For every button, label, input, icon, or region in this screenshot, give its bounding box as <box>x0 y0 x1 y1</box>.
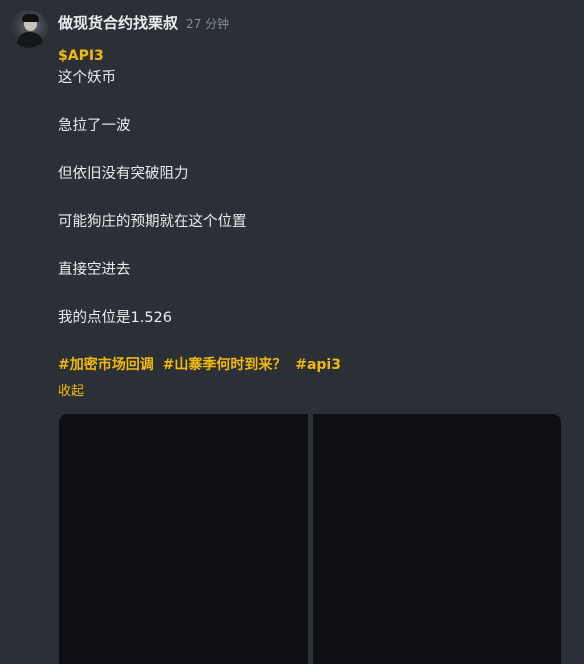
hashtag-link[interactable]: #加密市场回调 <box>58 357 154 373</box>
hashtag-row: #加密市场回调 #山寨季何时到来？ #api3 <box>58 354 558 376</box>
post-line: 直接空进去 <box>58 262 131 278</box>
post-line: 急拉了一波 <box>58 118 131 134</box>
post-content: $API3 这个妖币 急拉了一波 但依旧没有突破阻力 可能狗庄的预期就在这个位置… <box>58 46 558 402</box>
post-header: 做现货合约找栗叔 27 分钟 <box>58 12 229 33</box>
cashtag-link[interactable]: $API3 <box>58 46 558 66</box>
collapse-button[interactable]: 收起 <box>58 382 558 402</box>
hashtag-link[interactable]: #山寨季何时到来？ <box>163 357 287 373</box>
avatar[interactable] <box>10 10 48 48</box>
post-line: 可能狗庄的预期就在这个位置 <box>58 214 247 230</box>
media-gallery <box>59 414 561 664</box>
post-line: 这个妖币 <box>58 70 116 86</box>
media-divider <box>309 414 311 664</box>
media-image[interactable] <box>312 414 561 664</box>
media-image[interactable] <box>59 414 308 664</box>
username[interactable]: 做现货合约找栗叔 <box>58 12 178 33</box>
post-line: 但依旧没有突破阻力 <box>58 166 189 182</box>
feed-post: 做现货合约找栗叔 27 分钟 $API3 这个妖币 急拉了一波 但依旧没有突破阻… <box>0 0 584 664</box>
post-line: 我的点位是1.526 <box>58 310 173 326</box>
hashtag-link[interactable]: #api3 <box>295 357 341 373</box>
timestamp: 27 分钟 <box>186 17 230 31</box>
